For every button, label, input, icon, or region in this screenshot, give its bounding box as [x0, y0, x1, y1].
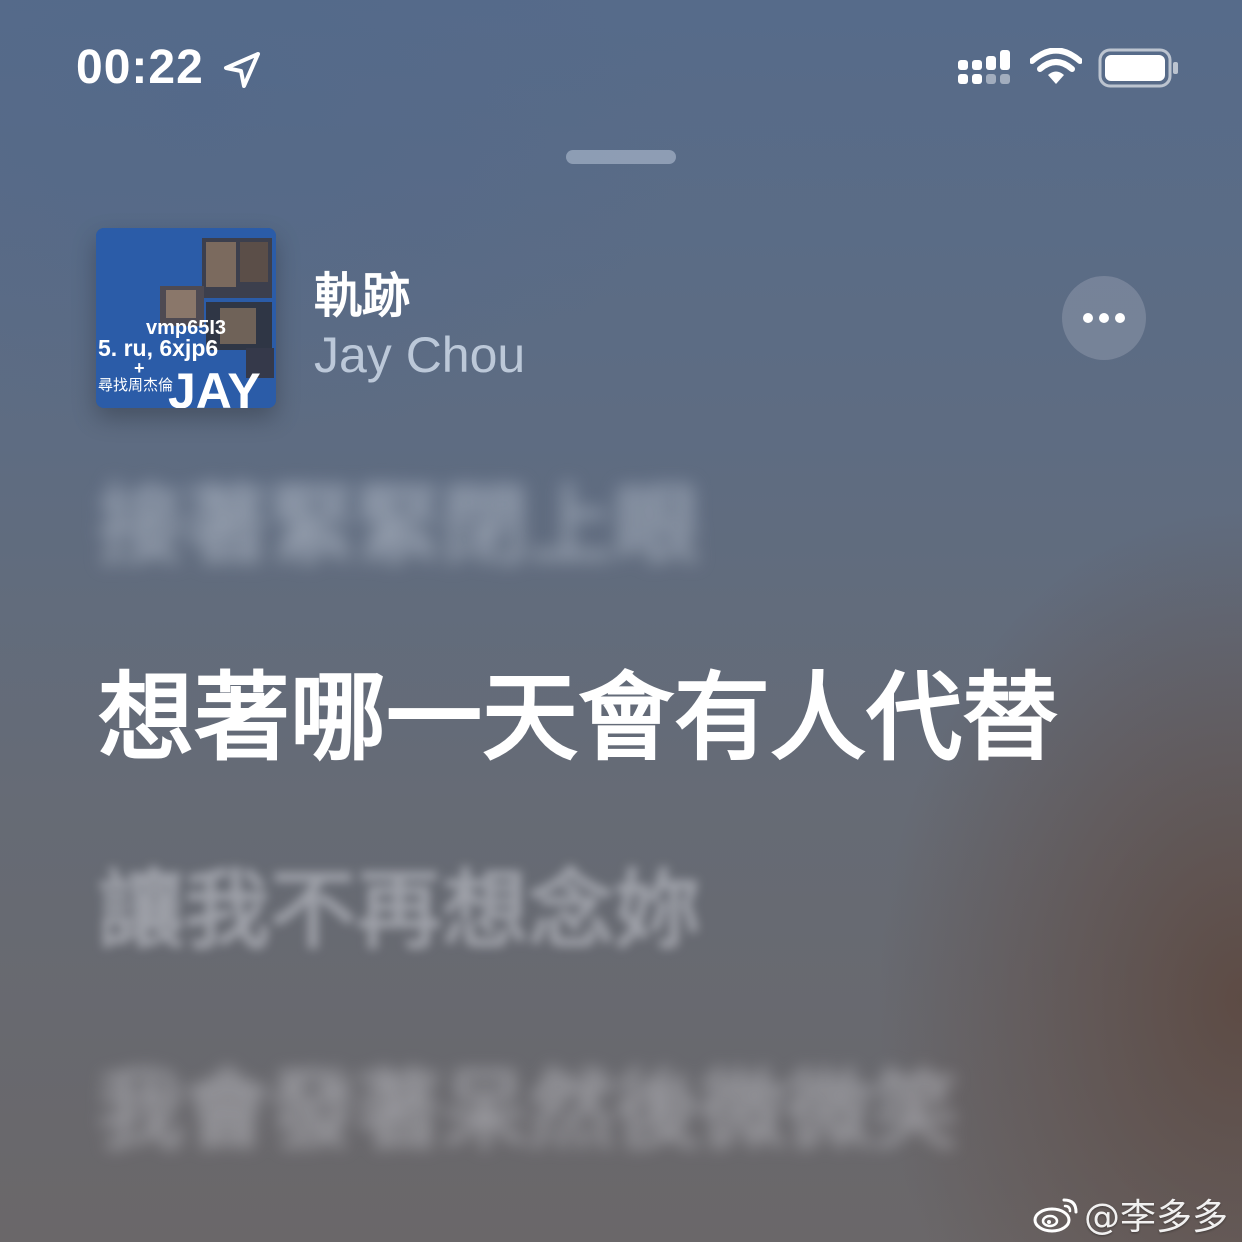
wifi-icon: [1030, 48, 1082, 84]
ellipsis-icon: [1083, 313, 1125, 323]
location-arrow-icon: [224, 52, 260, 88]
track-title: 軌跡: [314, 268, 411, 324]
sheet-grabber[interactable]: [566, 150, 676, 164]
album-text-line3: 尋找周杰倫: [98, 376, 173, 394]
battery-icon: [1098, 48, 1178, 88]
album-text-plus: +: [134, 358, 145, 378]
album-art[interactable]: vmp65I3 5. ru, 6xjp6 + 尋找周杰倫 JAY: [96, 228, 276, 408]
lyric-line-next[interactable]: 讓我不再想念妳: [98, 840, 700, 965]
lyric-line-current[interactable]: 想著哪一天會有人代替: [98, 640, 1058, 779]
weibo-icon: [1033, 1198, 1078, 1233]
status-time: 00:22: [76, 41, 204, 94]
album-text-line2: 5. ru, 6xjp6: [98, 335, 218, 361]
status-bar: 00:22: [0, 0, 1242, 130]
more-options-button[interactable]: [1062, 276, 1146, 360]
album-text-brand: JAY: [168, 363, 261, 408]
track-artist[interactable]: Jay Chou: [314, 326, 525, 384]
watermark: @李多多: [1032, 1188, 1228, 1240]
cellular-signal-icon: [958, 50, 1010, 84]
lyric-line-previous[interactable]: 接著緊緊閉上眼: [98, 455, 700, 580]
watermark-text: @李多多: [1083, 1197, 1228, 1238]
lyric-line-after[interactable]: 我會發著呆然後微微笑: [98, 1040, 958, 1165]
